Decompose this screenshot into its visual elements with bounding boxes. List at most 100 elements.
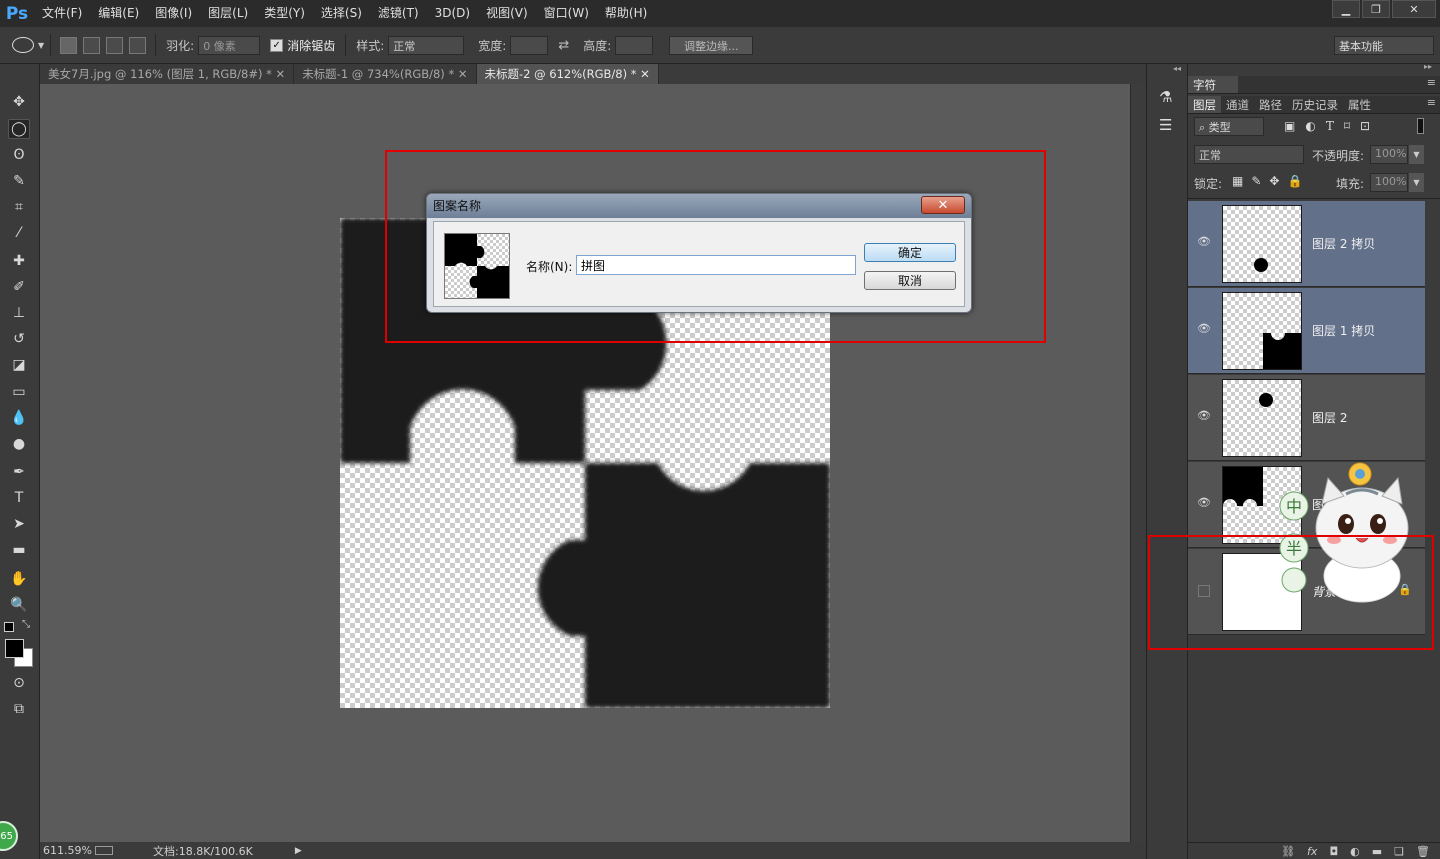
style-select[interactable]: 正常 [388, 35, 465, 55]
crop-tool-icon[interactable]: ⌗ [8, 197, 30, 217]
brush-tool-icon[interactable]: ✐ [8, 277, 30, 297]
tab-close-icon[interactable]: ✕ [276, 67, 286, 81]
lock-pixels-icon[interactable]: ✎ [1251, 174, 1261, 188]
hand-tool-icon[interactable]: ✋ [8, 569, 30, 589]
tab-doc-3[interactable]: 未标题-2 @ 612%(RGB/8) * ✕ [476, 64, 659, 84]
tab-character[interactable]: 字符 [1188, 76, 1238, 93]
collapse-arrows-icon[interactable]: ◂◂ [1173, 64, 1181, 73]
vertical-scrollbar[interactable] [1130, 84, 1146, 842]
menu-window[interactable]: 窗口(W) [536, 0, 597, 27]
menu-help[interactable]: 帮助(H) [597, 0, 655, 27]
status-menu-arrow-icon[interactable]: ▶ [295, 846, 302, 856]
tool-preset-arrow-icon[interactable]: ▼ [38, 41, 44, 50]
panel-menu-icon[interactable]: ≡ [1427, 76, 1436, 93]
antialias-checkbox[interactable]: ✓ [270, 38, 284, 52]
workspace-select[interactable]: 基本功能 [1334, 35, 1434, 55]
opacity-dropdown-icon[interactable]: ▼ [1409, 145, 1424, 164]
lock-all-icon[interactable]: 🔒 [1287, 174, 1302, 188]
menu-filter[interactable]: 滤镜(T) [370, 0, 427, 27]
layer-mask-icon[interactable]: ◘ [1329, 845, 1338, 858]
new-group-icon[interactable]: ▬ [1372, 845, 1382, 858]
new-layer-icon[interactable]: ❏ [1394, 845, 1404, 858]
layer-row[interactable]: 👁 图层 2 拷贝 [1188, 201, 1425, 287]
expand-arrows-icon[interactable]: ▸▸ [1424, 62, 1432, 71]
tab-properties[interactable]: 属性 [1343, 96, 1376, 113]
stamp-tool-icon[interactable]: ⊥ [8, 303, 30, 323]
adjustment-layer-icon[interactable]: ◐ [1350, 845, 1360, 858]
eyedropper-tool-icon[interactable]: ⁄ [8, 223, 30, 243]
history-brush-tool-icon[interactable]: ↺ [8, 329, 30, 349]
default-colors-icon[interactable] [4, 622, 14, 632]
minimize-button[interactable]: ▁ [1332, 0, 1360, 18]
gradient-tool-icon[interactable]: ▭ [8, 382, 30, 402]
delete-layer-icon[interactable]: 🗑 [1416, 845, 1430, 858]
visibility-eye-icon[interactable]: 👁 [1197, 409, 1211, 423]
type-tool-icon[interactable]: T [8, 488, 30, 508]
layer-filter-select[interactable]: ⌕ 类型 [1194, 117, 1264, 136]
adjustments-panel-icon[interactable]: ☰ [1159, 116, 1172, 134]
layer-row[interactable]: 👁 图层 2 [1188, 375, 1425, 461]
add-selection-icon[interactable] [83, 36, 101, 54]
tab-close-icon[interactable]: ✕ [640, 67, 650, 81]
move-tool-icon[interactable]: ✥ [8, 92, 30, 112]
opacity-input[interactable]: 100% [1370, 145, 1408, 164]
eraser-tool-icon[interactable]: ◪ [8, 355, 30, 375]
shape-filter-icon[interactable]: ⌑ [1344, 119, 1350, 133]
ellipse-marquee-tool-icon[interactable]: ◯ [8, 119, 30, 139]
height-input[interactable] [615, 35, 654, 55]
zoom-tool-icon[interactable]: 🔍 [8, 595, 30, 615]
lasso-tool-icon[interactable]: ʘ [8, 145, 30, 165]
type-filter-icon[interactable]: T [1326, 119, 1334, 133]
healing-brush-tool-icon[interactable]: ✚ [8, 251, 30, 271]
filter-toggle-icon[interactable] [1417, 118, 1424, 134]
smart-object-filter-icon[interactable]: ⊡ [1360, 119, 1370, 133]
feather-input[interactable]: 0 像素 [198, 35, 261, 55]
path-select-tool-icon[interactable]: ➤ [8, 514, 30, 534]
intersect-selection-icon[interactable] [129, 36, 147, 54]
subtract-selection-icon[interactable] [106, 36, 124, 54]
elliptical-marquee-icon[interactable] [12, 37, 34, 53]
width-input[interactable] [510, 35, 549, 55]
menu-image[interactable]: 图像(I) [147, 0, 200, 27]
swap-icon[interactable]: ⇄ [558, 38, 569, 53]
layers-menu-icon[interactable]: ≡ [1427, 96, 1436, 113]
visibility-eye-icon[interactable]: 👁 [1197, 322, 1211, 336]
screen-mode-icon[interactable]: ⧉ [8, 699, 30, 719]
pen-tool-icon[interactable]: ✒ [8, 462, 30, 482]
menu-file[interactable]: 文件(F) [34, 0, 90, 27]
menu-view[interactable]: 视图(V) [478, 0, 536, 27]
refine-edge-button[interactable]: 调整边缘... [669, 35, 754, 55]
tab-paths[interactable]: 路径 [1254, 96, 1287, 113]
link-layers-icon[interactable]: ⛓ [1281, 845, 1295, 858]
lock-position-icon[interactable]: ✥ [1269, 174, 1279, 188]
menu-layer[interactable]: 图层(L) [200, 0, 256, 27]
new-selection-icon[interactable] [60, 36, 78, 54]
layer-style-icon[interactable]: fx [1307, 845, 1317, 858]
tab-channels[interactable]: 通道 [1221, 96, 1254, 113]
tab-close-icon[interactable]: ✕ [458, 67, 468, 81]
quick-mask-icon[interactable]: ⊙ [8, 673, 30, 693]
visibility-eye-icon[interactable]: 👁 [1197, 496, 1211, 510]
fill-input[interactable]: 100% [1370, 173, 1408, 192]
layer-row[interactable]: 👁 图层 1 拷贝 [1188, 288, 1425, 374]
tab-layers[interactable]: 图层 [1188, 96, 1221, 113]
lock-transparent-icon[interactable]: ▦ [1232, 174, 1243, 188]
adjustment-filter-icon[interactable]: ◐ [1305, 119, 1315, 133]
zoom-level[interactable]: 611.59% [43, 844, 93, 857]
foreground-color-swatch[interactable] [5, 639, 24, 658]
dodge-tool-icon[interactable]: ● [8, 434, 30, 454]
restore-button[interactable]: ❐ [1362, 0, 1390, 18]
quick-select-tool-icon[interactable]: ✎ [8, 171, 30, 191]
close-button[interactable]: ✕ [1392, 0, 1436, 18]
blur-tool-icon[interactable]: 💧 [8, 408, 30, 428]
rectangle-tool-icon[interactable]: ▬ [8, 540, 30, 560]
menu-3d[interactable]: 3D(D) [427, 0, 478, 27]
pixel-filter-icon[interactable]: ▣ [1284, 119, 1295, 133]
menu-type[interactable]: 类型(Y) [256, 0, 313, 27]
blend-mode-select[interactable]: 正常 [1194, 145, 1304, 164]
menu-edit[interactable]: 编辑(E) [90, 0, 147, 27]
swap-colors-icon[interactable]: ⤡ [22, 619, 30, 630]
fill-dropdown-icon[interactable]: ▼ [1409, 173, 1424, 192]
tab-history[interactable]: 历史记录 [1287, 96, 1343, 113]
tab-doc-2[interactable]: 未标题-1 @ 734%(RGB/8) * ✕ [294, 64, 477, 84]
